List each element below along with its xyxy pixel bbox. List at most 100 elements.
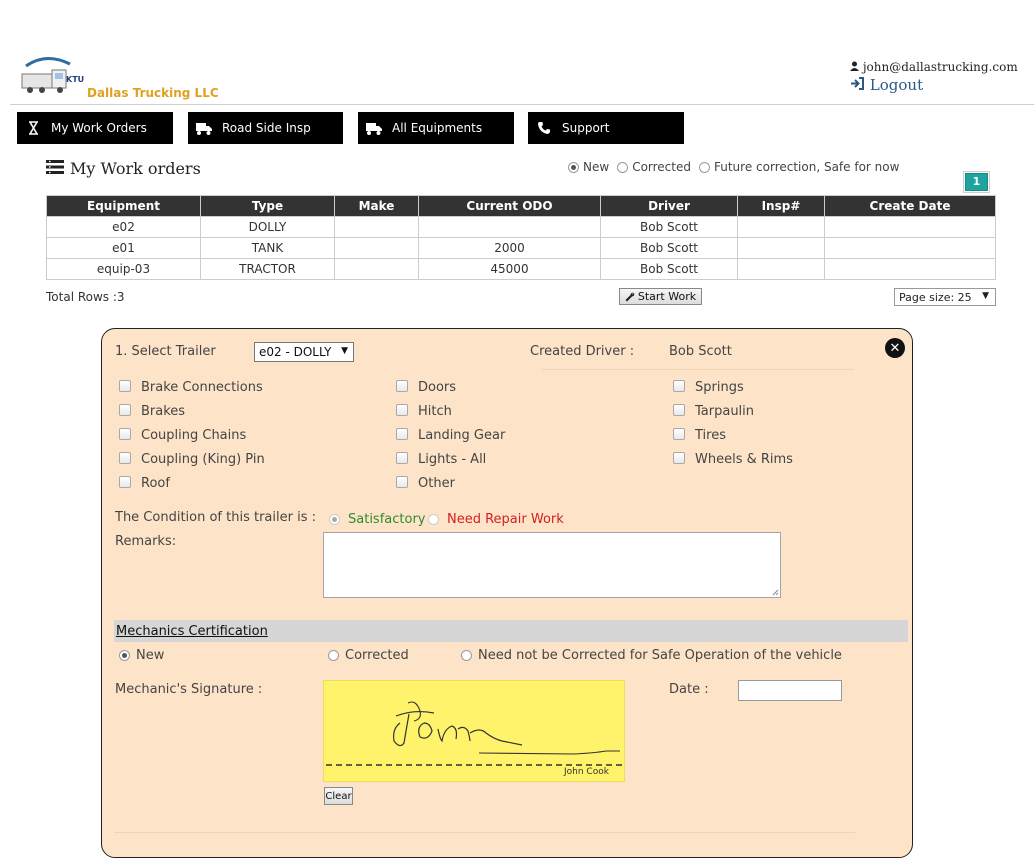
check-doors[interactable]: Doors: [396, 379, 457, 395]
radio-button[interactable]: [617, 161, 629, 173]
check-label: Doors: [418, 380, 457, 395]
dropdown-arrow-icon: ▼: [982, 291, 989, 301]
table-row[interactable]: e02 DOLLY Bob Scott: [46, 216, 996, 238]
check-roof[interactable]: Roof: [119, 475, 170, 491]
check-coupling-chains[interactable]: Coupling Chains: [119, 427, 246, 443]
checkbox[interactable]: [119, 475, 131, 488]
radio-button[interactable]: [328, 650, 339, 661]
nav-support[interactable]: Support: [528, 112, 684, 144]
checkbox[interactable]: [119, 403, 131, 416]
check-label: Tires: [695, 428, 726, 443]
cert-corrected[interactable]: Corrected: [328, 648, 409, 663]
check-coupling-king-pin[interactable]: Coupling (King) Pin: [119, 451, 265, 467]
condition-satisfactory[interactable]: Satisfactory: [329, 512, 425, 527]
filter-new[interactable]: New: [568, 160, 609, 174]
condition-need-repair[interactable]: Need Repair Work: [428, 512, 564, 527]
cert-option-label: New: [136, 648, 165, 663]
column-header[interactable]: Make: [334, 195, 419, 217]
date-input[interactable]: [738, 680, 842, 701]
status-filter: New Corrected Future correction, Safe fo…: [568, 160, 907, 174]
checkbox[interactable]: [396, 379, 408, 392]
check-other[interactable]: Other: [396, 475, 455, 491]
checkbox[interactable]: [396, 451, 408, 464]
filter-label: Future correction, Safe for now: [714, 160, 900, 174]
clear-signature-button[interactable]: Clear: [324, 787, 353, 805]
select-trailer-label: 1. Select Trailer: [115, 344, 216, 359]
pagination-page[interactable]: 1: [963, 171, 990, 193]
table-cell: [824, 258, 996, 280]
page-size-select[interactable]: Page size: 25 ▼: [894, 288, 996, 306]
user-icon: [850, 60, 863, 74]
checkbox[interactable]: [396, 427, 408, 440]
table-row[interactable]: equip-03 TRACTOR 45000 Bob Scott: [46, 258, 996, 280]
hourglass-icon: [25, 121, 41, 135]
nav-all-equipments[interactable]: All Equipments: [358, 112, 514, 144]
filter-future-correction[interactable]: Future correction, Safe for now: [699, 160, 899, 174]
check-brakes[interactable]: Brakes: [119, 403, 185, 419]
divider: [542, 369, 854, 370]
signature-pad[interactable]: John Cook: [323, 680, 625, 782]
remarks-textarea[interactable]: [323, 532, 781, 598]
check-label: Coupling (King) Pin: [141, 452, 265, 467]
page-size-label: Page size: 25: [899, 290, 972, 304]
column-header[interactable]: Driver: [600, 195, 738, 217]
table-cell: [418, 216, 601, 238]
resize-handle-icon[interactable]: [772, 589, 779, 596]
cert-need-not-be-corrected[interactable]: Need not be Corrected for Safe Operation…: [461, 648, 842, 663]
table-cell: Bob Scott: [600, 258, 738, 280]
created-driver-value: Bob Scott: [669, 344, 732, 359]
condition-label: The Condition of this trailer is :: [115, 510, 316, 525]
check-springs[interactable]: Springs: [673, 379, 744, 395]
check-label: Roof: [141, 476, 170, 491]
check-tarpaulin[interactable]: Tarpaulin: [673, 403, 755, 419]
column-header[interactable]: Create Date: [824, 195, 996, 217]
check-label: Hitch: [418, 404, 452, 419]
check-landing-gear[interactable]: Landing Gear: [396, 427, 505, 443]
check-brake-connections[interactable]: Brake Connections: [119, 379, 263, 395]
cert-new[interactable]: New: [119, 648, 164, 663]
radio-button[interactable]: [461, 650, 472, 661]
created-driver-label: Created Driver :: [530, 344, 635, 359]
filter-corrected[interactable]: Corrected: [617, 160, 691, 174]
start-work-button[interactable]: Start Work: [619, 288, 702, 305]
radio-button[interactable]: [568, 161, 579, 173]
checkbox[interactable]: [673, 379, 685, 392]
logout-label: Logout: [869, 76, 924, 94]
checkbox[interactable]: [396, 403, 408, 416]
check-lights-all[interactable]: Lights - All: [396, 451, 486, 467]
table-cell: TRACTOR: [200, 258, 335, 280]
checkbox[interactable]: [673, 451, 685, 464]
column-header[interactable]: Equipment: [46, 195, 201, 217]
nav-label: All Equipments: [392, 121, 483, 135]
checkbox[interactable]: [119, 451, 131, 464]
checkbox[interactable]: [119, 427, 131, 440]
check-wheels-rims[interactable]: Wheels & Rims: [673, 451, 793, 467]
nav-road-side-insp[interactable]: Road Side Insp: [188, 112, 343, 144]
column-header[interactable]: Type: [200, 195, 335, 217]
column-header[interactable]: Insp#: [737, 195, 825, 217]
check-hitch[interactable]: Hitch: [396, 403, 452, 419]
table-cell: DOLLY: [200, 216, 335, 238]
checkbox[interactable]: [396, 475, 408, 488]
radio-button[interactable]: [119, 650, 130, 661]
checkbox[interactable]: [119, 379, 131, 392]
trailer-select[interactable]: e02 - DOLLY ▼: [254, 342, 354, 362]
radio-button[interactable]: [699, 161, 710, 173]
nav-my-work-orders[interactable]: My Work Orders: [17, 112, 173, 144]
radio-button[interactable]: [428, 514, 439, 525]
check-tires[interactable]: Tires: [673, 427, 726, 443]
phone-icon: [536, 122, 552, 134]
start-work-label: Start Work: [637, 290, 697, 303]
radio-button[interactable]: [329, 514, 340, 525]
dropdown-arrow-icon: ▼: [341, 346, 348, 356]
checkbox[interactable]: [673, 403, 685, 416]
checkbox[interactable]: [673, 427, 685, 440]
close-button[interactable]: ✕: [885, 338, 905, 358]
nav-label: Support: [562, 121, 610, 135]
check-label: Tarpaulin: [695, 404, 755, 419]
logout-link[interactable]: Logout: [850, 76, 923, 94]
column-header[interactable]: Current ODO: [418, 195, 601, 217]
table-row[interactable]: e01 TANK 2000 Bob Scott: [46, 237, 996, 259]
nav-label: My Work Orders: [51, 121, 147, 135]
page-title-text: My Work orders: [70, 159, 201, 178]
